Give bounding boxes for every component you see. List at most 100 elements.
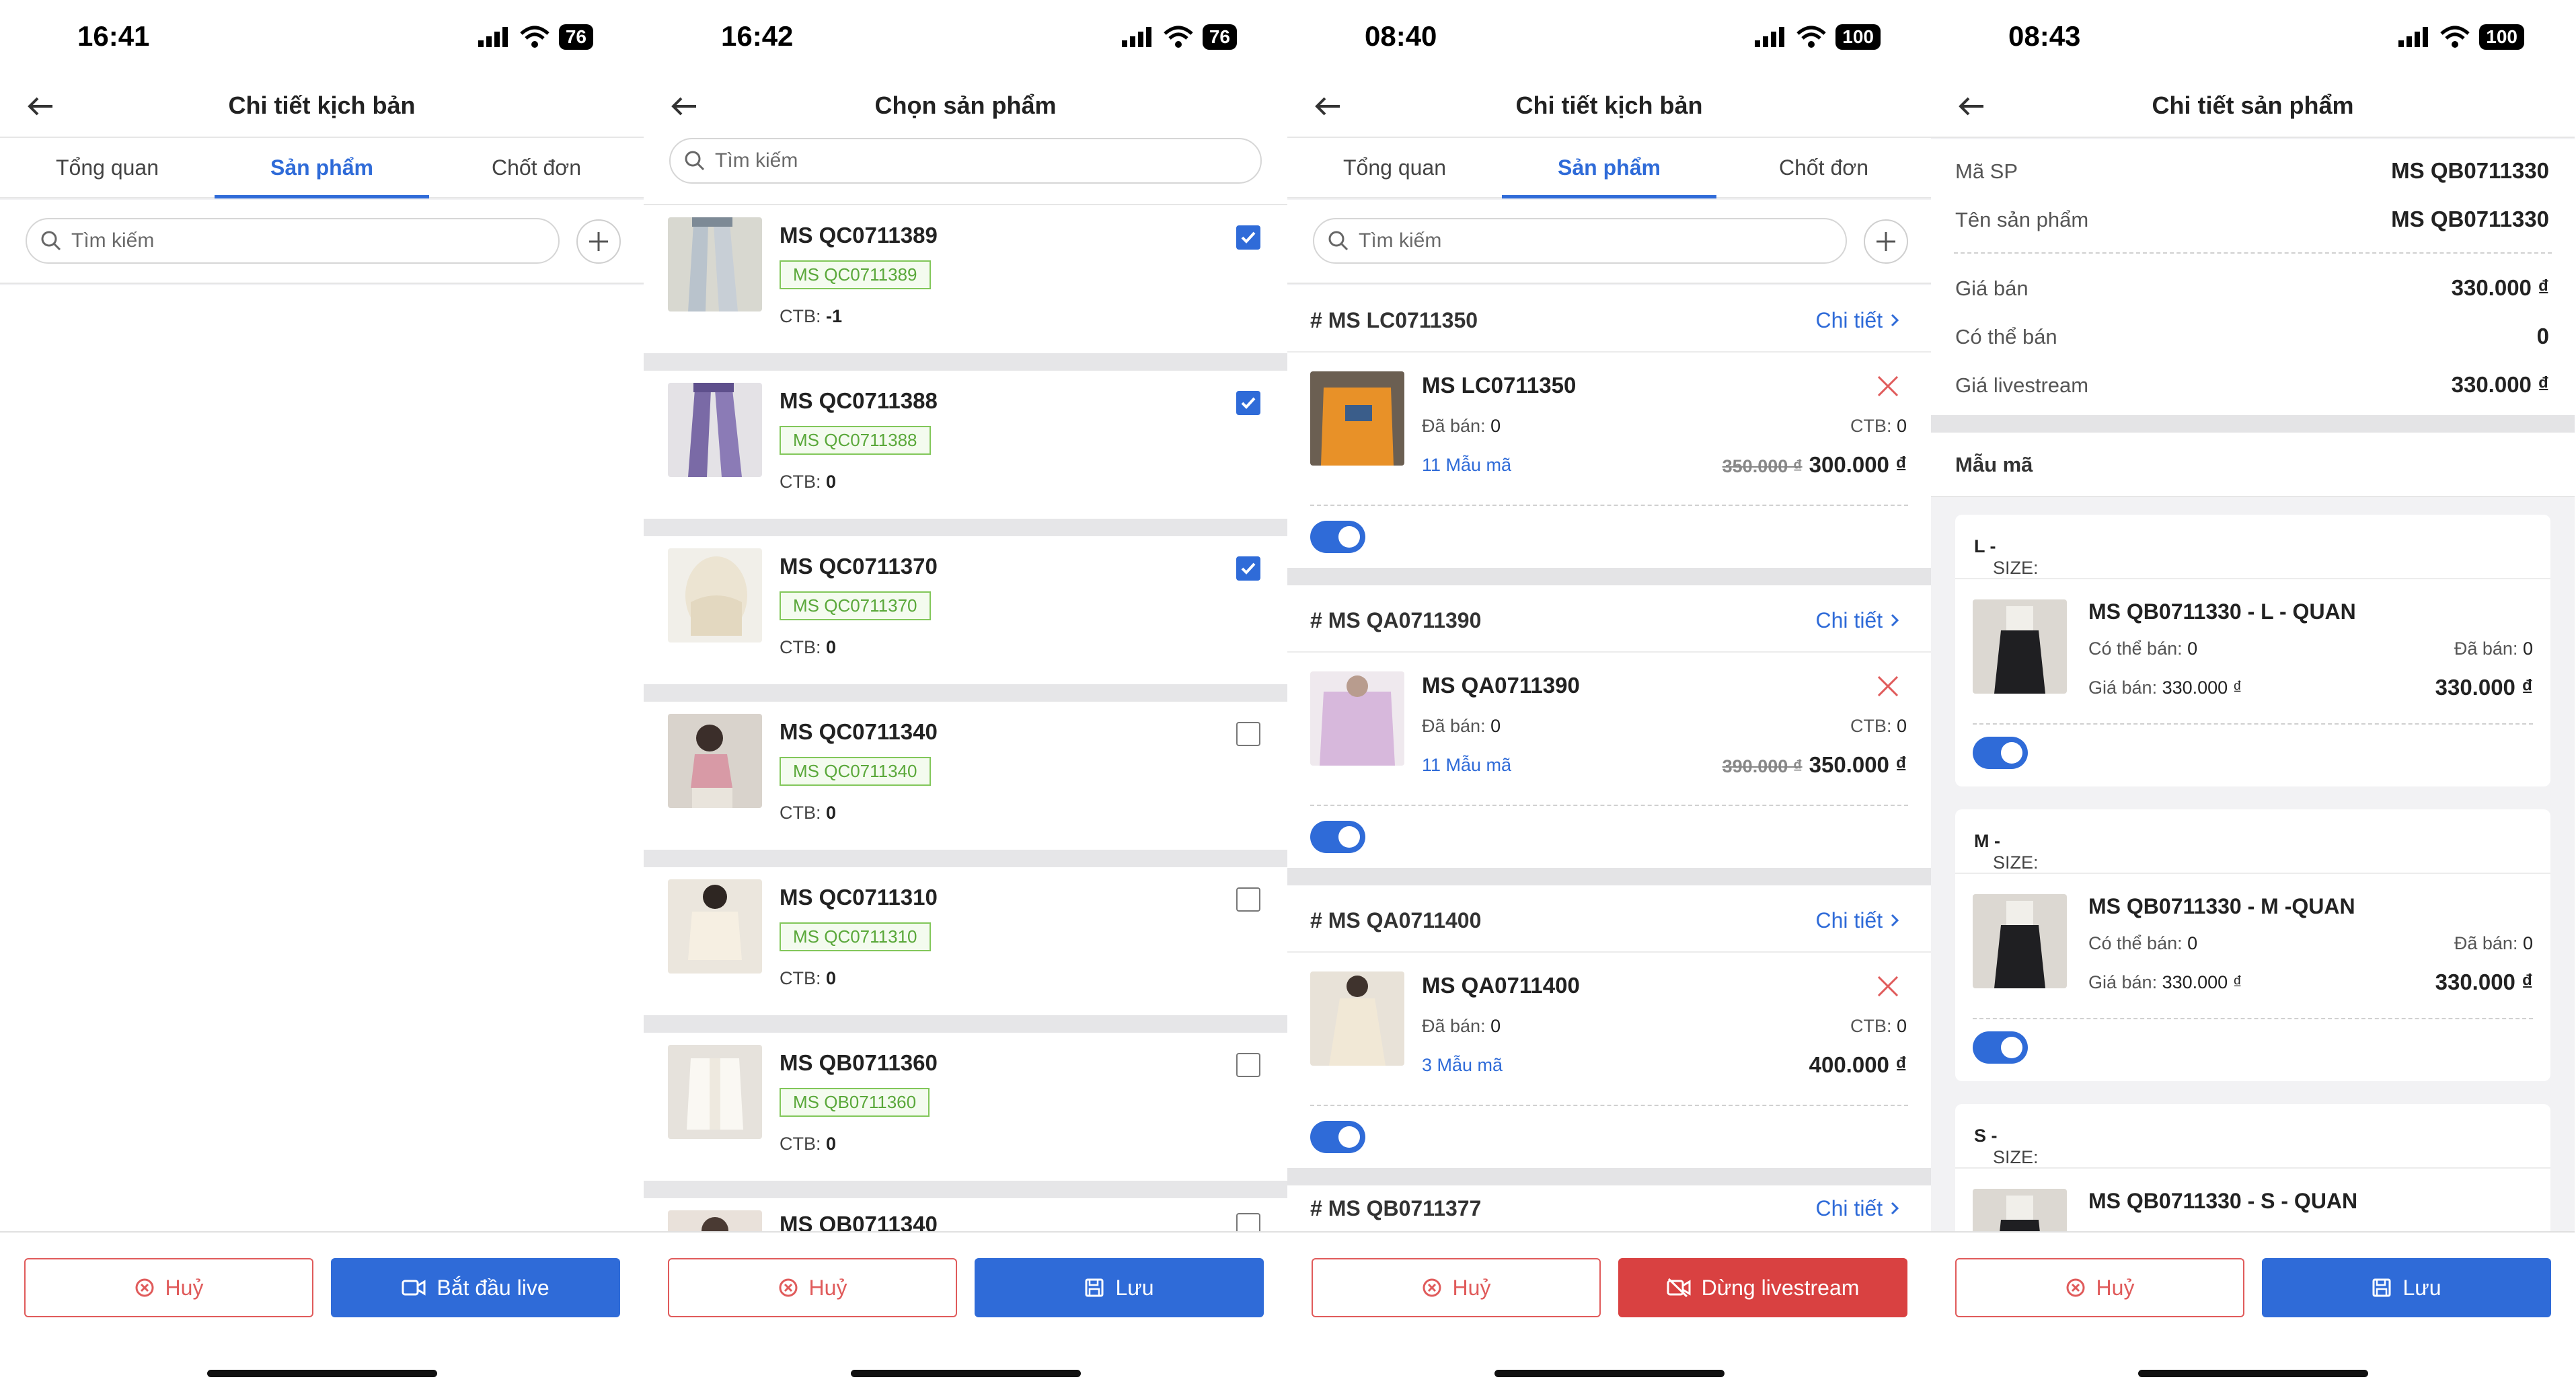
variants-title: Mẫu mã bbox=[1955, 453, 2033, 476]
list-item[interactable]: MS QB0711360 MS QB0711360 CTB: 0 bbox=[644, 1033, 1287, 1181]
cancel-button[interactable]: Huỷ bbox=[1955, 1258, 2244, 1317]
stop-livestream-button[interactable]: Dừng livestream bbox=[1618, 1258, 1907, 1317]
select-checkbox[interactable] bbox=[1236, 556, 1260, 581]
status-bar: 16:41 76 bbox=[0, 0, 644, 74]
tab-overview[interactable]: Tổng quan bbox=[1287, 138, 1502, 197]
product-list: MS QC0711389 MS QC0711389 CTB: -1 MS QC0… bbox=[644, 205, 1287, 1231]
search-input[interactable]: Tìm kiếm bbox=[1313, 218, 1847, 264]
variants-link[interactable]: 11 Mẫu mã bbox=[1422, 755, 1511, 776]
screen-script-detail-products: 08:40 100 Chi tiết kịch bản Tổng quan Sả… bbox=[1287, 0, 1931, 1394]
cancel-button[interactable]: Huỷ bbox=[24, 1258, 313, 1317]
tab-close-orders[interactable]: Chốt đơn bbox=[429, 138, 644, 197]
sold-value: 0 bbox=[1490, 716, 1501, 736]
product-thumbnail bbox=[1310, 971, 1404, 1066]
tab-close-orders[interactable]: Chốt đơn bbox=[1716, 138, 1931, 197]
variant-active-toggle[interactable] bbox=[1973, 1031, 2028, 1064]
unit-price-value: 330.000 ₫ bbox=[2162, 972, 2242, 992]
home-indicator bbox=[207, 1370, 437, 1377]
search-input[interactable]: Tìm kiếm bbox=[26, 218, 560, 264]
detail-link[interactable]: Chi tiết bbox=[1816, 608, 1901, 633]
active-toggle[interactable] bbox=[1310, 1121, 1365, 1153]
remove-x-icon[interactable] bbox=[1874, 373, 1901, 400]
wifi-icon bbox=[1164, 26, 1193, 48]
product-code-badge: MS QC0711340 bbox=[780, 757, 931, 786]
select-checkbox[interactable] bbox=[1236, 722, 1260, 746]
product-thumbnail bbox=[668, 217, 762, 311]
stop-livestream-label: Dừng livestream bbox=[1701, 1275, 1860, 1300]
cancel-circle-icon bbox=[2066, 1278, 2085, 1297]
group-code: # MS QA0711400 bbox=[1310, 908, 1482, 932]
start-live-button[interactable]: Bắt đầu live bbox=[331, 1258, 620, 1317]
wifi-icon bbox=[1796, 26, 1826, 48]
detail-link[interactable]: Chi tiết bbox=[1816, 308, 1901, 333]
cancel-button[interactable]: Huỷ bbox=[668, 1258, 957, 1317]
variant-card: SIZE: M - MS QB0711330 - M -QUAN Có thể … bbox=[1955, 809, 2550, 1081]
signal-icon bbox=[478, 27, 508, 47]
field-selling-price: Giá bán 330.000 ₫ bbox=[1931, 263, 2575, 311]
select-checkbox[interactable] bbox=[1236, 225, 1260, 250]
product-thumbnail bbox=[668, 714, 762, 808]
cancel-button[interactable]: Huỷ bbox=[1312, 1258, 1601, 1317]
tab-products[interactable]: Sản phẩm bbox=[1502, 138, 1716, 198]
search-icon bbox=[685, 151, 705, 171]
variant-name: MS QB0711330 - L - QUAN bbox=[2088, 599, 2356, 624]
list-item[interactable]: MS QC0711388 MS QC0711388 CTB: 0 bbox=[644, 371, 1287, 519]
active-toggle[interactable] bbox=[1310, 521, 1365, 553]
search-input[interactable]: Tìm kiếm bbox=[669, 138, 1262, 184]
remove-x-icon[interactable] bbox=[1874, 673, 1901, 700]
group-code: # MS LC0711350 bbox=[1310, 308, 1478, 332]
product-thumbnail bbox=[1310, 371, 1404, 466]
tab-overview[interactable]: Tổng quan bbox=[0, 138, 215, 197]
variants-link[interactable]: 3 Mẫu mã bbox=[1422, 1055, 1503, 1076]
list-item[interactable]: MS QC0711340 MS QC0711340 CTB: 0 bbox=[644, 702, 1287, 850]
remove-x-icon[interactable] bbox=[1874, 973, 1901, 1000]
script-product-card: MS QA0711400 Đã bán: 0 CTB: 0 3 Mẫu mã 4… bbox=[1287, 953, 1931, 1107]
search-icon bbox=[41, 231, 61, 251]
variants-link[interactable]: 11 Mẫu mã bbox=[1422, 455, 1511, 476]
signal-icon bbox=[2398, 27, 2429, 47]
field-livestream-price: Giá livestream 330.000 ₫ bbox=[1931, 360, 2575, 408]
live-price: 350.000 ₫ bbox=[1809, 752, 1907, 777]
select-checkbox[interactable] bbox=[1236, 1213, 1260, 1231]
save-label: Lưu bbox=[1115, 1275, 1154, 1300]
save-button[interactable]: Lưu bbox=[2262, 1258, 2551, 1317]
list-item[interactable]: MS QC0711389 MS QC0711389 CTB: -1 bbox=[644, 205, 1287, 353]
search-placeholder: Tìm kiếm bbox=[715, 149, 798, 172]
variant-thumbnail bbox=[1973, 894, 2067, 988]
select-checkbox[interactable] bbox=[1236, 887, 1260, 912]
check-icon bbox=[1241, 231, 1256, 244]
product-thumbnail bbox=[668, 383, 762, 477]
field-product-name: Tên sản phẩm MS QB0711330 bbox=[1931, 194, 2575, 243]
product-detail-body: Mã SP MS QB0711330 Tên sản phẩm MS QB071… bbox=[1931, 139, 2575, 1231]
active-toggle[interactable] bbox=[1310, 821, 1365, 853]
script-product-list: # MS LC0711350 Chi tiết MS LC0711350 Đã … bbox=[1287, 285, 1931, 1231]
can-sell-value: 0 bbox=[2187, 638, 2198, 659]
cancel-label: Huỷ bbox=[808, 1275, 847, 1300]
save-button[interactable]: Lưu bbox=[975, 1258, 1264, 1317]
chevron-right-icon bbox=[1891, 914, 1899, 927]
product-group-header: # MS QA0711390 Chi tiết bbox=[1287, 585, 1931, 653]
list-item[interactable]: MS QC0711310 MS QC0711310 CTB: 0 bbox=[644, 867, 1287, 1015]
product-code-badge: MS QC0711370 bbox=[780, 591, 931, 620]
check-icon bbox=[1241, 562, 1256, 575]
variant-active-toggle[interactable] bbox=[1973, 737, 2028, 769]
battery-level: 76 bbox=[558, 24, 593, 50]
video-off-icon bbox=[1667, 1278, 1691, 1298]
select-checkbox[interactable] bbox=[1236, 391, 1260, 415]
product-thumbnail bbox=[668, 1045, 762, 1139]
script-product-card: MS QA0711390 Đã bán: 0 CTB: 0 11 Mẫu mã … bbox=[1287, 653, 1931, 807]
group-code: # MS QB0711377 bbox=[1310, 1196, 1482, 1220]
save-disk-icon bbox=[2372, 1278, 2391, 1297]
select-checkbox[interactable] bbox=[1236, 1053, 1260, 1077]
product-name: MS QC0711310 bbox=[780, 885, 938, 910]
detail-link[interactable]: Chi tiết bbox=[1816, 1196, 1901, 1221]
ctb-label: CTB: bbox=[780, 1134, 821, 1154]
add-product-button[interactable] bbox=[576, 219, 621, 264]
list-item[interactable]: MS QC0711370 MS QC0711370 CTB: 0 bbox=[644, 536, 1287, 684]
list-item[interactable]: MS QB0711340 bbox=[644, 1198, 1287, 1231]
cancel-circle-icon bbox=[135, 1278, 154, 1297]
add-product-button[interactable] bbox=[1864, 219, 1908, 264]
tab-products[interactable]: Sản phẩm bbox=[215, 138, 429, 198]
wifi-icon bbox=[520, 26, 550, 48]
detail-link[interactable]: Chi tiết bbox=[1816, 908, 1901, 933]
